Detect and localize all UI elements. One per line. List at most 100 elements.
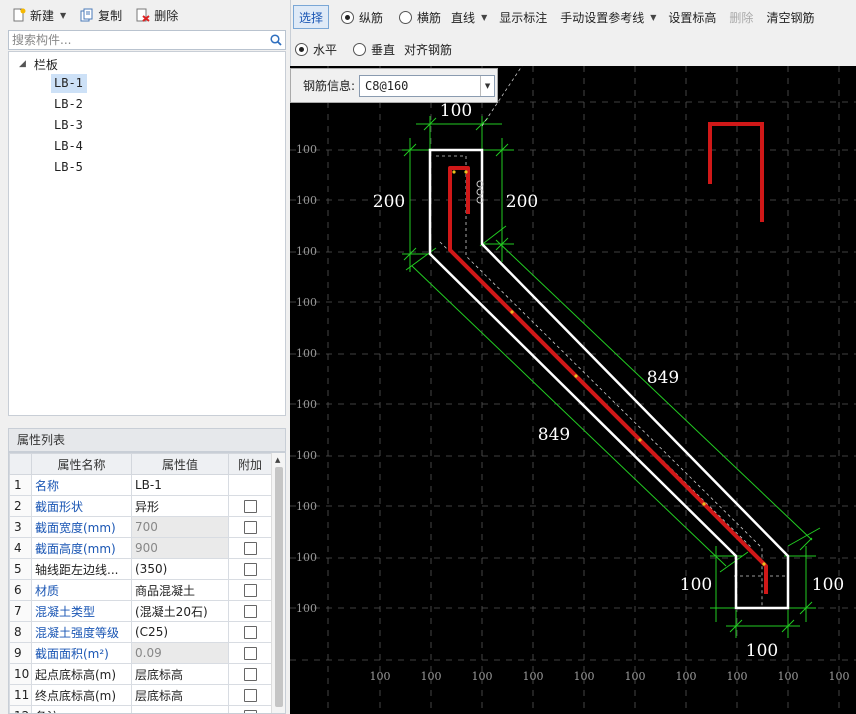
property-extra: [228, 558, 272, 580]
extra-checkbox[interactable]: [244, 625, 257, 639]
line-dropdown[interactable]: 直线 ▼: [451, 9, 487, 26]
align-rebar-button[interactable]: 对齐钢筋: [404, 41, 452, 58]
extra-checkbox[interactable]: [244, 541, 257, 555]
dim-text-right-height: 200: [506, 192, 538, 212]
property-value[interactable]: (350): [131, 558, 229, 580]
column-header-index: [9, 453, 32, 475]
property-value[interactable]: 商品混凝土: [131, 579, 229, 601]
scrollbar-thumb[interactable]: [275, 467, 283, 707]
tree-item-lb-2[interactable]: LB-2: [51, 95, 87, 114]
property-extra: [228, 537, 272, 559]
delete-button[interactable]: 删除: [132, 4, 182, 26]
rebar-info-select[interactable]: C8@160 ▼: [359, 74, 496, 97]
extra-checkbox[interactable]: [244, 667, 257, 681]
table-row[interactable]: 12备注: [9, 705, 272, 713]
copy-button[interactable]: 复制: [76, 4, 126, 26]
rebar-info-label: 钢筋信息:: [303, 79, 356, 93]
extra-checkbox[interactable]: [244, 583, 257, 597]
table-row[interactable]: 4 截面高度(mm) 900: [9, 537, 272, 559]
delete-rebar-button[interactable]: 删除: [729, 9, 753, 26]
extra-checkbox[interactable]: [244, 520, 257, 534]
property-value[interactable]: (C25): [131, 621, 229, 643]
property-extra: [228, 516, 272, 538]
property-value[interactable]: LB-1: [131, 474, 229, 496]
property-value[interactable]: 层底标高: [131, 663, 229, 685]
property-value[interactable]: (混凝土20石): [131, 600, 229, 622]
row-index: 10: [9, 663, 32, 685]
horizontal-radio[interactable]: 水平: [295, 41, 337, 58]
longitudinal-radio[interactable]: 纵筋: [341, 9, 383, 26]
search-input[interactable]: [9, 31, 267, 49]
property-value[interactable]: 900: [131, 537, 229, 559]
property-value[interactable]: 异形: [131, 495, 229, 517]
search-field[interactable]: [8, 30, 286, 50]
new-file-icon: [12, 8, 26, 22]
row-index: 1: [9, 474, 32, 496]
property-name: 材质: [31, 579, 132, 601]
property-value[interactable]: 0.09: [131, 642, 229, 664]
property-extra: [228, 684, 272, 706]
extra-checkbox[interactable]: [244, 688, 257, 702]
table-row[interactable]: 10 起点底标高(m) 层底标高: [9, 663, 272, 685]
extra-checkbox[interactable]: [244, 709, 257, 713]
section-drawing[interactable]: 100100100100100100100100100100100 100 100 1…: [290, 66, 856, 714]
tree-item-lb-3[interactable]: LB-3: [51, 116, 87, 135]
row-index: 4: [9, 537, 32, 559]
table-row[interactable]: 9 截面面积(m²) 0.09: [9, 642, 272, 664]
new-button[interactable]: 新建 ▼: [8, 4, 70, 26]
property-name: 截面高度(mm): [31, 537, 132, 559]
extra-checkbox[interactable]: [244, 604, 257, 618]
row-index: 5: [9, 558, 32, 580]
drawing-canvas[interactable]: 100 100 100 100 100 100 100 100 100 100 100 100 100 1…: [290, 66, 856, 714]
table-row[interactable]: 2 截面形状 异形: [9, 495, 272, 517]
search-icon[interactable]: [267, 31, 285, 49]
table-row[interactable]: 5 轴线距左边线... (350): [9, 558, 272, 580]
property-value[interactable]: [131, 705, 229, 713]
table-row[interactable]: 7 混凝土类型 (混凝土20石): [9, 600, 272, 622]
property-name: 起点底标高(m): [31, 663, 132, 685]
reference-line: [436, 155, 763, 606]
row-index: 9: [9, 642, 32, 664]
rebar-point: [762, 562, 766, 566]
section-outline[interactable]: [428, 148, 790, 610]
component-toolbar: 新建 ▼ 复制 删除: [0, 0, 290, 30]
copy-button-label: 复制: [98, 8, 123, 23]
row-index: 8: [9, 621, 32, 643]
chevron-down-icon[interactable]: ▼: [480, 75, 494, 96]
table-row[interactable]: 11 终点底标高(m) 层底标高: [9, 684, 272, 706]
select-button[interactable]: 选择: [293, 5, 330, 29]
tree-item-lb-5[interactable]: LB-5: [51, 158, 87, 177]
property-value[interactable]: 层底标高: [131, 684, 229, 706]
vertical-radio[interactable]: 垂直: [353, 41, 395, 58]
properties-table: 属性名称 属性值 附加 1 名称 LB-1 2 截面形状 异形 3 截面宽度(mm) 700 4 截…: [8, 452, 286, 714]
manual-ref-line-label: 手动设置参考线: [560, 10, 645, 25]
rebar-main[interactable]: [448, 166, 768, 594]
table-row[interactable]: 1 名称 LB-1: [9, 474, 272, 496]
manual-ref-line-dropdown[interactable]: 手动设置参考线 ▼: [560, 9, 656, 26]
tree-item-lb-4[interactable]: LB-4: [51, 137, 87, 156]
row-index: 11: [9, 684, 32, 706]
extra-checkbox[interactable]: [244, 562, 257, 576]
property-extra: [228, 579, 272, 601]
tree-node-railing[interactable]: ◢ 栏板: [19, 55, 58, 73]
transverse-radio[interactable]: 横筋: [399, 9, 441, 26]
row-index: 12: [9, 705, 32, 713]
rebar-preview[interactable]: [708, 122, 764, 222]
tree-item-lb-1[interactable]: LB-1: [51, 74, 87, 93]
collapse-triangle-icon[interactable]: ◢: [19, 59, 26, 69]
grid-label-bottom: 100: [727, 670, 748, 683]
table-row[interactable]: 6 材质 商品混凝土: [9, 579, 272, 601]
clear-rebar-button[interactable]: 清空钢筋: [766, 9, 814, 26]
scroll-up-icon[interactable]: ▲: [275, 456, 280, 464]
property-value[interactable]: 700: [131, 516, 229, 538]
extra-checkbox[interactable]: [244, 499, 257, 513]
component-tree: ◢ 栏板 LB-1 LB-2 LB-3 LB-4 LB-5: [8, 51, 286, 416]
grid-label-left: 100: [296, 347, 317, 360]
table-row[interactable]: 3 截面宽度(mm) 700: [9, 516, 272, 538]
show-dims-button[interactable]: 显示标注: [499, 9, 547, 26]
extra-checkbox[interactable]: [244, 646, 257, 660]
table-row[interactable]: 8 混凝土强度等级 (C25): [9, 621, 272, 643]
scrollbar[interactable]: ▲: [271, 453, 285, 713]
set-elevation-button[interactable]: 设置标高: [668, 9, 716, 26]
line-label: 直线: [451, 10, 476, 25]
